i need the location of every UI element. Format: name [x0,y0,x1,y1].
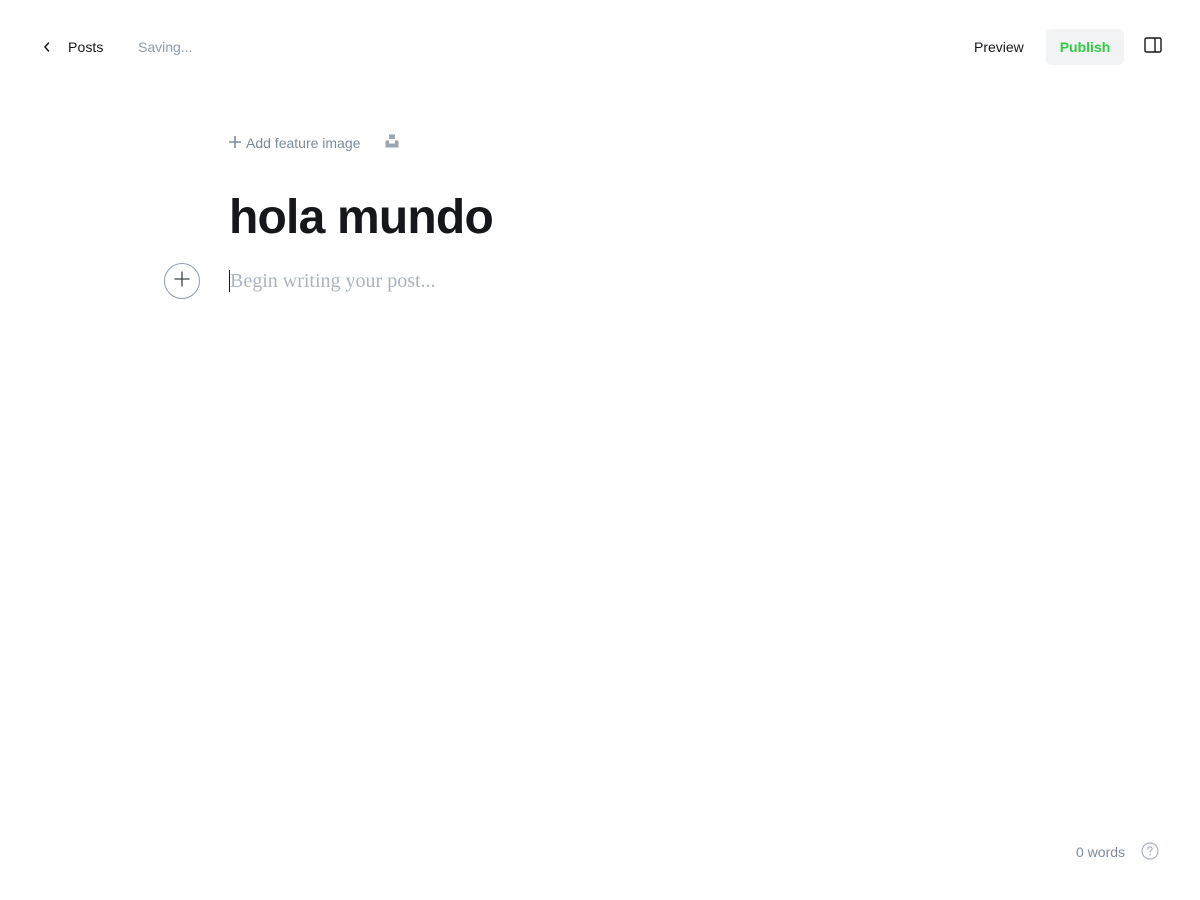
preview-button[interactable]: Preview [960,29,1038,65]
question-circle-icon [1141,841,1159,865]
back-to-posts-link[interactable]: Posts [36,32,104,62]
post-editor: Posts Saving... Preview Publish Add feat… [0,0,1200,900]
card-menu-button[interactable] [164,263,200,299]
feature-image-row: Add feature image [228,132,400,154]
publish-button[interactable]: Publish [1046,29,1124,65]
editor-topbar: Posts Saving... Preview Publish [0,0,1200,94]
sidebar-toggle-button[interactable] [1140,34,1166,60]
word-count: 0 words [1076,844,1126,860]
chevron-left-icon [36,36,58,58]
body-placeholder: Begin writing your post... [230,269,436,292]
post-body-editor[interactable]: Begin writing your post... [229,266,969,296]
unsplash-button[interactable] [384,134,400,153]
sidebar-toggle-icon [1144,36,1162,58]
unsplash-icon [385,134,399,153]
save-status: Saving... [138,39,193,55]
post-title[interactable]: hola mundo [229,186,494,250]
back-link-label: Posts [68,39,104,55]
plus-circle-icon [174,270,190,292]
add-feature-image-button[interactable]: Add feature image [228,135,361,151]
add-feature-image-label: Add feature image [246,135,361,151]
plus-icon [228,135,242,151]
help-button[interactable] [1141,841,1159,865]
